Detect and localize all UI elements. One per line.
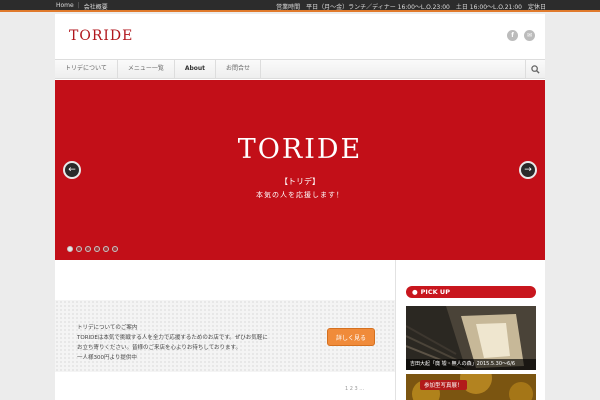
pickup-item-1-caption: 吉田大起「廃 墟・無人の森」2015.5.30〜6/6 (406, 359, 536, 370)
hero-slider: TORIDE 【トリデ】 本気の人を応援します！ ← → (55, 80, 545, 260)
pickup-item-1[interactable]: 吉田大起「廃 墟・無人の森」2015.5.30〜6/6 (406, 306, 536, 370)
site-logo[interactable]: TORIDE (69, 28, 133, 44)
pagination-hint[interactable]: 1 2 3 … (345, 386, 364, 392)
slider-dot[interactable] (76, 246, 82, 252)
search-button[interactable] (525, 60, 545, 78)
slider-prev-button[interactable]: ← (63, 161, 81, 179)
social-links: f ✉ (507, 30, 535, 41)
top-bar: Home | 会社概要 営業時間 平日（月〜金）ランチ／ディナー 16:00〜L… (0, 0, 600, 12)
hero-title: TORIDE (237, 134, 363, 165)
mail-icon[interactable]: ✉ (524, 30, 535, 41)
nav-item-about[interactable]: About (175, 60, 217, 78)
hero-tagline: 本気の人を応援します！ (256, 191, 344, 199)
info-text-2: お立ち寄りください。皆様のご来店を心よりお待ちしております。 (77, 345, 242, 351)
slider-dot[interactable] (85, 246, 91, 252)
hero-subtitle: 【トリデ】 (280, 177, 320, 186)
pickup-item-2[interactable]: 参加型写真展！ (406, 374, 536, 400)
info-text-1: TORIDEは本気で挑戦する人を全力で応援するためのお店です。ぜひお気軽に (77, 335, 268, 341)
arrow-right-icon: → (524, 165, 532, 175)
pickup-item-2-badge: 参加型写真展！ (420, 380, 467, 390)
nav-item-about-toride[interactable]: トリデについて (55, 60, 118, 78)
info-heading: トリデについてのご案内 (77, 325, 138, 331)
content-spacer (55, 260, 395, 300)
slider-dot[interactable] (94, 246, 100, 252)
page-container: TORIDE f ✉ トリデについて メニュー一覧 About お問合せ TOR… (55, 14, 545, 400)
slider-next-button[interactable]: → (519, 161, 537, 179)
search-icon (531, 64, 540, 74)
topbar-separator: | (77, 2, 80, 9)
sidebar: ● PICK UP 吉田大起「廃 墟・無人の森」2015.5.30〜6/6 参加… (395, 260, 545, 400)
info-box: トリデについてのご案内 TORIDEは本気で挑戦する人を全力で応援するためのお店… (55, 300, 395, 372)
details-button[interactable]: 詳しく見る (327, 328, 375, 346)
slider-dot[interactable] (112, 246, 118, 252)
home-link[interactable]: Home (56, 2, 74, 11)
arrow-left-icon: ← (68, 165, 76, 175)
slider-dot[interactable] (67, 246, 73, 252)
business-hours: 営業時間 平日（月〜金）ランチ／ディナー 16:00〜L.O.23:00 土日 … (276, 4, 546, 11)
main-content: トリデについてのご案内 TORIDEは本気で挑戦する人を全力で応援するためのお店… (55, 260, 395, 400)
nav-item-menu-list[interactable]: メニュー一覧 (118, 60, 175, 78)
circle-bullet-icon: ● (412, 288, 418, 296)
info-text-3: 一人様300円より提供中 (77, 355, 137, 361)
facebook-icon[interactable]: f (507, 30, 518, 41)
company-link[interactable]: 会社概要 (84, 2, 108, 11)
main-nav: トリデについて メニュー一覧 About お問合せ (55, 59, 545, 79)
nav-item-contact[interactable]: お問合せ (216, 60, 262, 78)
slider-pagination (67, 246, 118, 252)
pickup-label: PICK UP (420, 288, 450, 296)
slider-dot[interactable] (103, 246, 109, 252)
pickup-header: ● PICK UP (406, 286, 536, 298)
